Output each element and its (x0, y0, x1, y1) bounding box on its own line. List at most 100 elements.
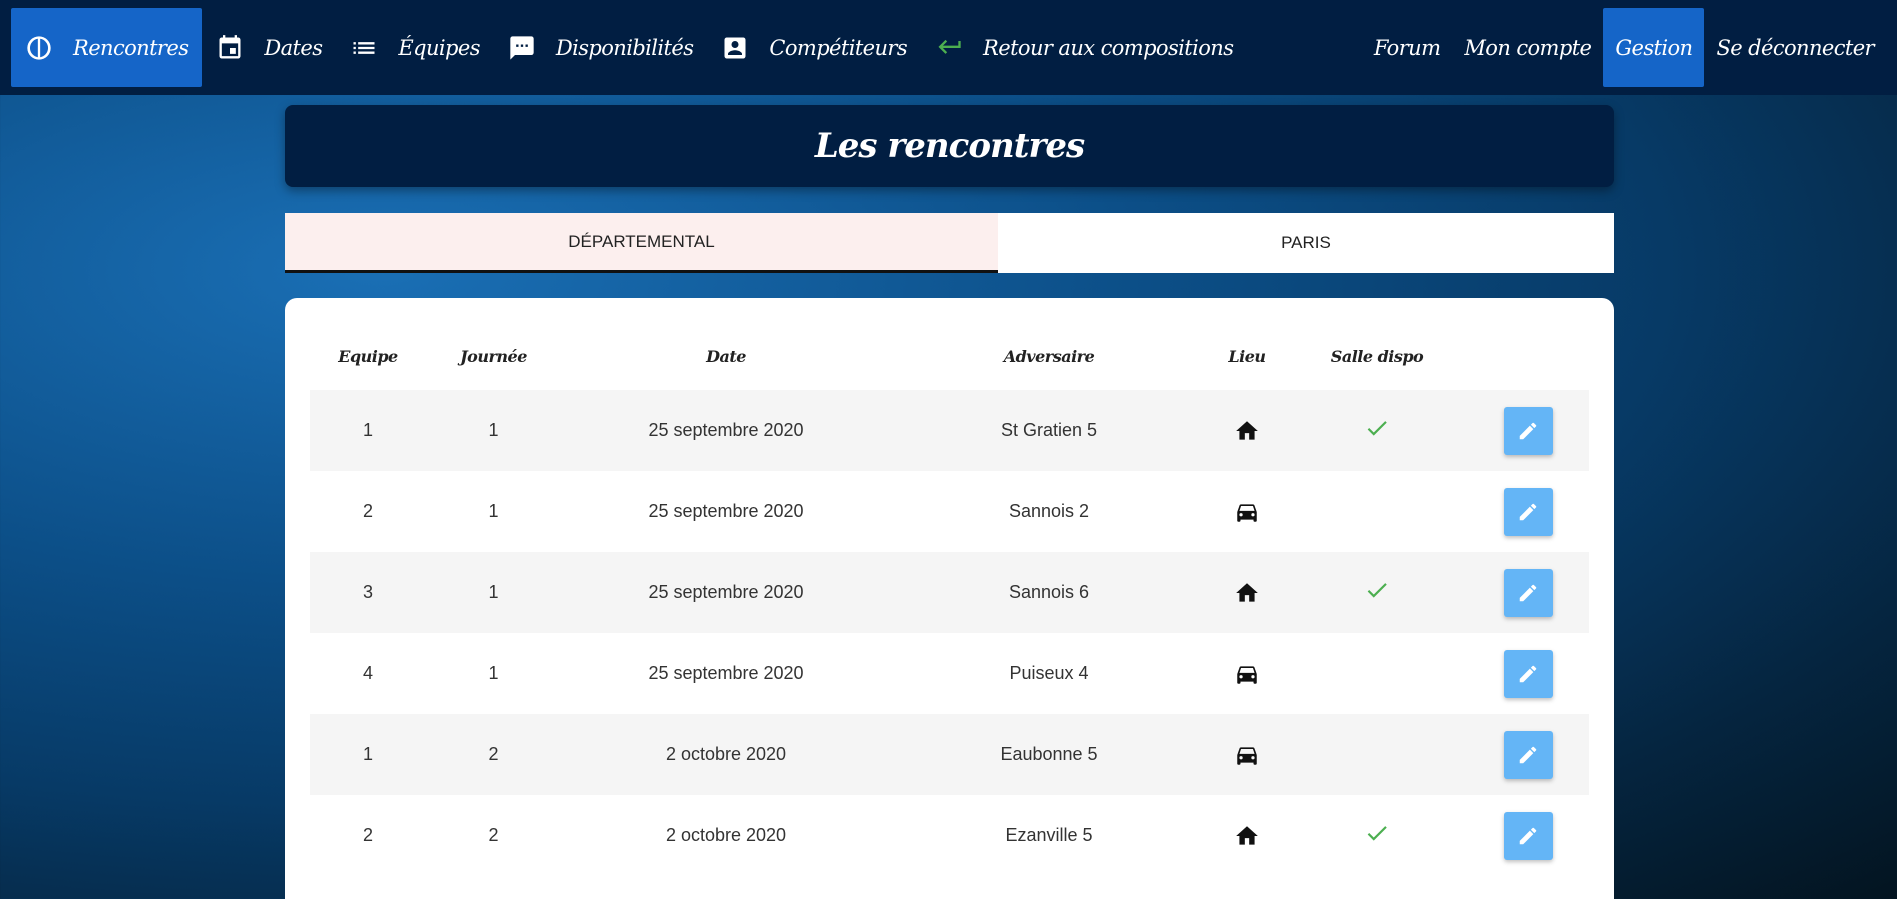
comment-icon (508, 34, 536, 62)
check-icon (1364, 420, 1390, 440)
cell-date: 2 octobre 2020 (561, 795, 891, 876)
nav-label: Mon compte (1464, 35, 1592, 60)
tab-departemental[interactable]: DÉPARTEMENTAL (285, 213, 998, 273)
edit-button[interactable] (1503, 811, 1553, 860)
cell-salle-dispo (1287, 714, 1467, 795)
cell-salle-dispo (1287, 552, 1467, 633)
table-row: 3 1 25 septembre 2020 Sannois 6 (310, 552, 1589, 633)
cell-actions (1467, 471, 1589, 552)
nav-rencontres[interactable]: Rencontres (11, 8, 203, 87)
pencil-icon (1517, 744, 1539, 766)
cell-date: 2 octobre 2020 (561, 714, 891, 795)
car-icon (1234, 500, 1260, 522)
car-icon (1234, 662, 1260, 684)
table-row: 4 1 25 septembre 2020 Puiseux 4 (310, 633, 1589, 714)
nav-disponibilites[interactable]: Disponibilités (494, 8, 708, 87)
rencontres-table: Equipe Journée Date Adversaire Lieu Sall… (310, 323, 1589, 876)
nav-mon-compte[interactable]: Mon compte (1452, 8, 1603, 87)
cell-lieu (1207, 714, 1287, 795)
cell-adversaire: Ezanville 5 (891, 795, 1207, 876)
cell-salle-dispo (1287, 471, 1467, 552)
nav-label: Disponibilités (555, 35, 694, 60)
cell-actions (1467, 390, 1589, 471)
cell-actions (1467, 633, 1589, 714)
page-title-card: Les rencontres (285, 105, 1614, 187)
home-icon (1234, 581, 1260, 602)
cell-equipe: 4 (310, 633, 426, 714)
nav-dates[interactable]: Dates (202, 8, 336, 87)
table-body: 1 1 25 septembre 2020 St Gratien 5 2 1 25 sept… (310, 390, 1589, 876)
nav-label: Rencontres (73, 35, 189, 60)
nav-competiteurs[interactable]: Compétiteurs (707, 8, 921, 87)
edit-button[interactable] (1503, 487, 1553, 536)
nav-se-deconnecter[interactable]: Se déconnecter (1704, 8, 1886, 87)
edit-button[interactable] (1503, 730, 1553, 779)
top-navbar: Rencontres Dates Équipes Disponibilités … (0, 0, 1897, 95)
cell-journee: 1 (426, 390, 561, 471)
table-row: 2 1 25 septembre 2020 Sannois 2 (310, 471, 1589, 552)
nav-retour-compositions[interactable]: Retour aux compositions (921, 8, 1247, 87)
header-equipe[interactable]: Equipe (310, 323, 426, 390)
table-row: 222 octobre 2020 Ezanville 5 (310, 795, 1589, 876)
nav-forum[interactable]: Forum (1362, 8, 1453, 87)
nav-label: Forum (1373, 35, 1441, 60)
cell-equipe: 2 (310, 795, 426, 876)
cell-journee: 1 (426, 471, 561, 552)
calendar-icon (216, 34, 244, 62)
nav-equipes[interactable]: Équipes (336, 8, 493, 87)
contrast-icon (25, 34, 53, 62)
nav-label: Équipes (398, 35, 480, 60)
cell-lieu (1207, 633, 1287, 714)
cell-actions (1467, 552, 1589, 633)
edit-button[interactable] (1503, 568, 1553, 617)
cell-date: 25 septembre 2020 (561, 390, 891, 471)
page-title: Les rencontres (814, 126, 1085, 166)
header-lieu[interactable]: Lieu (1207, 323, 1287, 390)
nav-label: Compétiteurs (769, 35, 908, 60)
edit-button[interactable] (1503, 649, 1553, 698)
nav-label: Se déconnecter (1716, 35, 1874, 60)
table-header-row: Equipe Journée Date Adversaire Lieu Sall… (310, 323, 1589, 390)
pencil-icon (1517, 663, 1539, 685)
car-icon (1234, 743, 1260, 765)
pencil-icon (1517, 582, 1539, 604)
nav-label: Dates (264, 35, 323, 60)
cell-equipe: 2 (310, 471, 426, 552)
cell-journee: 2 (426, 714, 561, 795)
check-icon (1364, 825, 1390, 845)
competition-tabs: DÉPARTEMENTAL PARIS (285, 213, 1614, 273)
cell-adversaire: Eaubonne 5 (891, 714, 1207, 795)
cell-lieu (1207, 471, 1287, 552)
nav-gestion[interactable]: Gestion (1603, 8, 1705, 87)
nav-label: Gestion (1615, 35, 1693, 60)
edit-button[interactable] (1503, 406, 1553, 455)
header-adversaire[interactable]: Adversaire (891, 323, 1207, 390)
list-icon (350, 34, 378, 62)
cell-date: 25 septembre 2020 (561, 633, 891, 714)
cell-actions (1467, 714, 1589, 795)
cell-journee: 1 (426, 633, 561, 714)
return-arrow-icon (935, 34, 963, 62)
table-row: 1 1 25 septembre 2020 St Gratien 5 (310, 390, 1589, 471)
header-salle-dispo[interactable]: Salle dispo (1287, 323, 1467, 390)
cell-equipe: 1 (310, 390, 426, 471)
cell-adversaire: Puiseux 4 (891, 633, 1207, 714)
cell-journee: 2 (426, 795, 561, 876)
pencil-icon (1517, 501, 1539, 523)
cell-date: 25 septembre 2020 (561, 471, 891, 552)
cell-adversaire: Sannois 6 (891, 552, 1207, 633)
check-icon (1364, 582, 1390, 602)
header-journee[interactable]: Journée (426, 323, 561, 390)
rencontres-card: Equipe Journée Date Adversaire Lieu Sall… (285, 298, 1614, 899)
nav-left: Rencontres Dates Équipes Disponibilités … (11, 0, 1247, 95)
pencil-icon (1517, 825, 1539, 847)
cell-salle-dispo (1287, 390, 1467, 471)
cell-actions (1467, 795, 1589, 876)
home-icon (1234, 824, 1260, 845)
cell-lieu (1207, 552, 1287, 633)
contact-card-icon (721, 34, 749, 62)
cell-adversaire: Sannois 2 (891, 471, 1207, 552)
tab-paris[interactable]: PARIS (998, 213, 1614, 273)
header-date[interactable]: Date (561, 323, 891, 390)
nav-label: Retour aux compositions (983, 35, 1234, 60)
